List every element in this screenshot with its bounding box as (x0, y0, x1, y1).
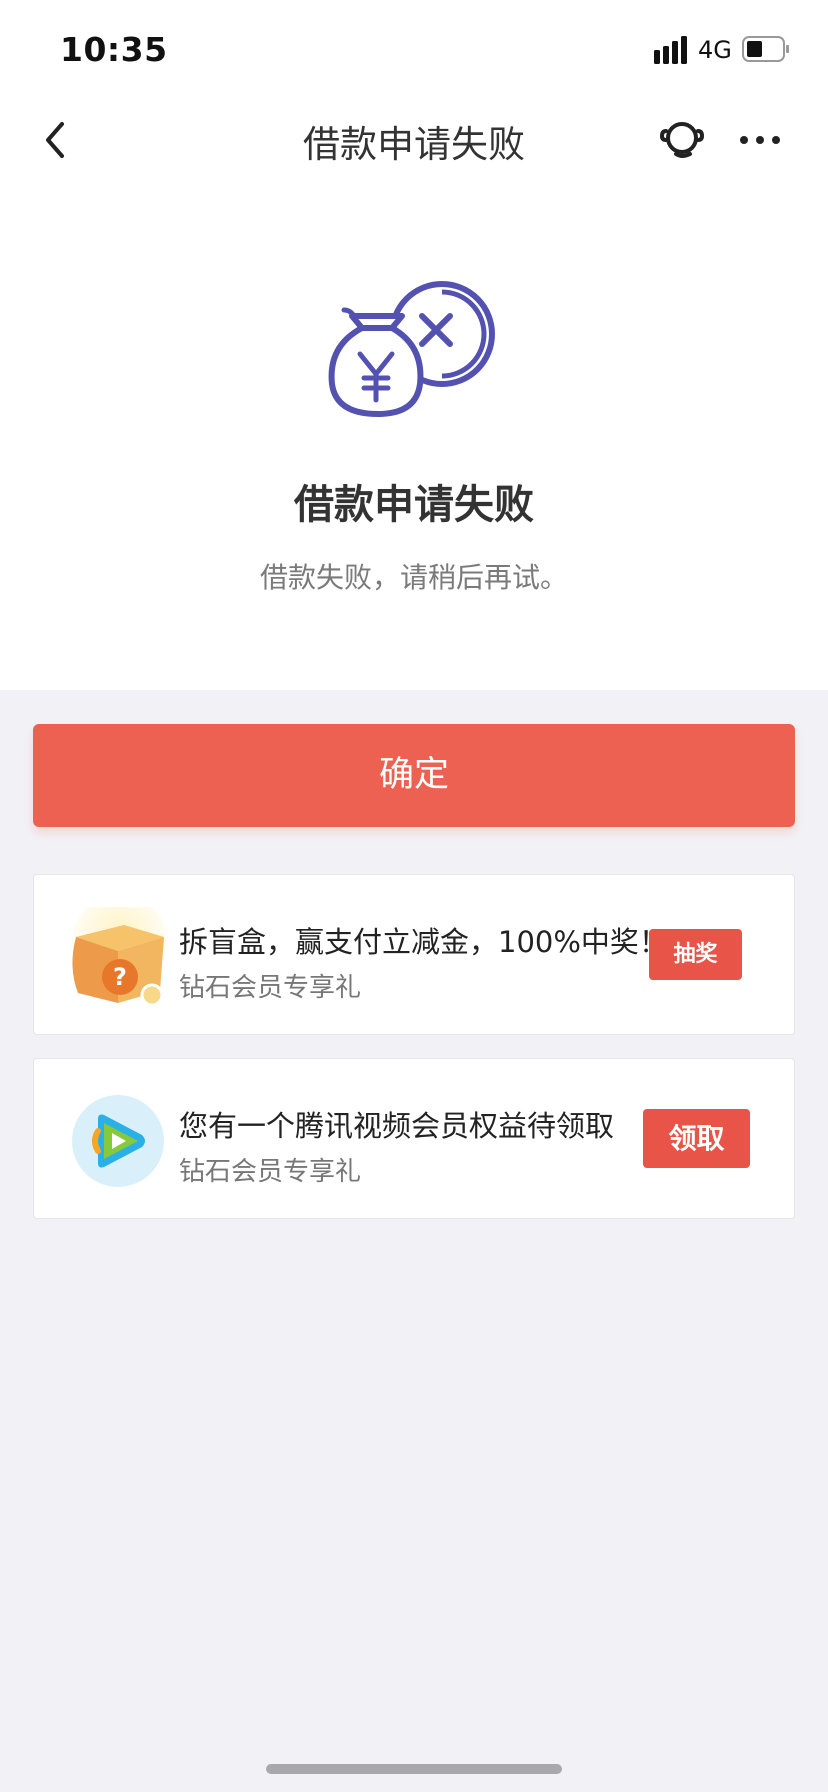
card-title: 您有一个腾讯视频会员权益待领取 (179, 1109, 615, 1143)
customer-service-icon[interactable] (656, 116, 708, 164)
network-type: 4G (698, 36, 732, 64)
claim-button[interactable]: 领取 (643, 1109, 750, 1168)
signal-bars-icon (654, 36, 687, 64)
more-dots-icon[interactable] (736, 116, 784, 164)
battery-icon (742, 36, 789, 62)
result-title: 借款申请失败 (294, 482, 534, 528)
card-title: 拆盲盒，赢支付立减金，100%中奖！ (179, 925, 668, 959)
blind-box-icon: ? (72, 907, 168, 1007)
card-subtitle: 钻石会员专享礼 (179, 1157, 362, 1187)
navigation-bar: 借款申请失败 (0, 92, 828, 188)
tencent-video-icon (72, 1095, 164, 1187)
blind-box-card[interactable]: ? 拆盲盒，赢支付立减金，100%中奖！ 钻石会员专享礼 抽奖 (33, 874, 795, 1035)
result-description: 借款失败，请稍后再试。 (259, 561, 568, 594)
confirm-button[interactable]: 确定 (33, 724, 795, 827)
home-indicator[interactable] (266, 1764, 562, 1774)
card-subtitle: 钻石会员专享礼 (179, 973, 362, 1003)
money-bag-cancel-icon (328, 281, 495, 417)
status-bar: 10:35 4G (0, 0, 828, 92)
draw-button[interactable]: 抽奖 (649, 929, 742, 980)
status-time: 10:35 (60, 30, 168, 69)
svg-text:?: ? (113, 963, 127, 991)
tencent-video-card[interactable]: 您有一个腾讯视频会员权益待领取 钻石会员专享礼 领取 (33, 1058, 795, 1219)
